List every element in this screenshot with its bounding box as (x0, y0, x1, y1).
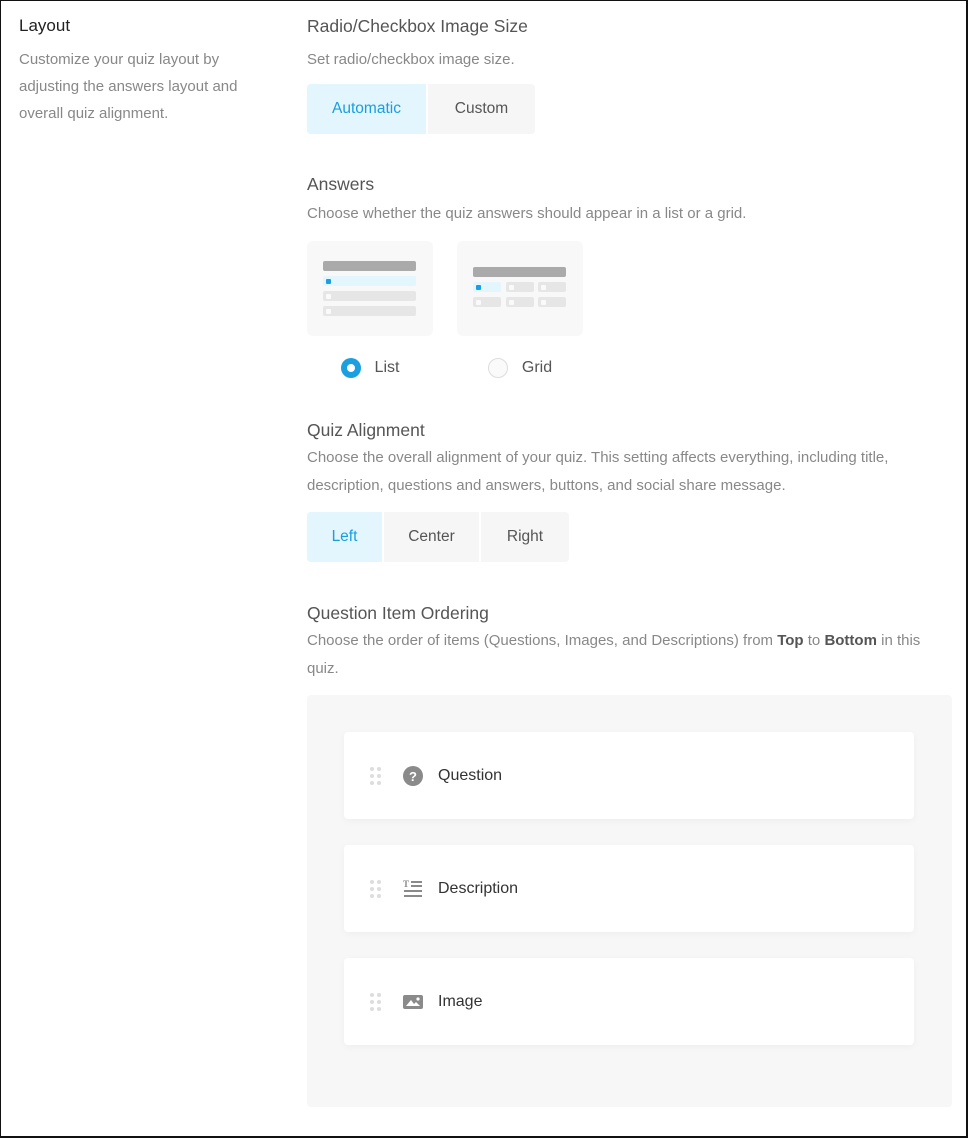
grid-radio-option[interactable]: Grid (457, 358, 583, 378)
section-title: Layout (19, 16, 71, 35)
grid-layout-thumbnail[interactable] (457, 241, 583, 336)
custom-button[interactable]: Custom (428, 84, 535, 134)
drag-handle-icon[interactable] (370, 879, 381, 898)
answers-title: Answers (307, 174, 375, 194)
answers-setting: Answers Choose whether the quiz answers … (307, 172, 952, 378)
order-item-label: Image (438, 992, 483, 1010)
align-right-button[interactable]: Right (481, 512, 569, 562)
list-layout-thumbnail[interactable] (307, 241, 433, 336)
ordering-description: Choose the order of items (Questions, Im… (307, 627, 952, 683)
answers-option-list: List (307, 241, 433, 378)
align-left-button[interactable]: Left (307, 512, 384, 562)
ordering-desc-text: Choose the order of items (Questions, Im… (307, 632, 778, 649)
alignment-toggle: Left Center Right (307, 512, 569, 562)
image-size-setting: Radio/Checkbox Image Size Set radio/chec… (307, 14, 952, 134)
list-label: List (374, 359, 400, 376)
order-item-question[interactable]: ? Question (344, 732, 914, 819)
drag-handle-icon[interactable] (370, 992, 381, 1011)
ordering-desc-bottom: Bottom (824, 632, 877, 649)
answers-layout-options: List Grid (307, 241, 952, 378)
answers-description: Choose whether the quiz answers should a… (307, 205, 747, 222)
image-size-title: Radio/Checkbox Image Size (307, 16, 528, 36)
order-item-image[interactable]: Image (344, 958, 914, 1045)
image-size-toggle: Automatic Custom (307, 84, 535, 134)
question-circle-icon: ? (403, 765, 423, 786)
svg-text:T: T (403, 879, 409, 889)
answers-option-grid: Grid (457, 241, 583, 378)
ordering-desc-text: to (803, 632, 825, 649)
align-center-button[interactable]: Center (384, 512, 481, 562)
layout-settings: Radio/Checkbox Image Size Set radio/chec… (307, 14, 952, 1107)
list-radio[interactable] (340, 358, 361, 378)
ordering-setting: Question Item Ordering Choose the order … (307, 601, 952, 1107)
drag-handle-icon[interactable] (370, 766, 381, 785)
ordering-desc-top: Top (777, 632, 804, 649)
grid-radio[interactable] (487, 358, 508, 378)
image-icon (403, 992, 423, 1012)
image-size-description: Set radio/checkbox image size. (307, 51, 515, 68)
alignment-description: Choose the overall alignment of your qui… (307, 449, 889, 494)
order-item-label: Description (438, 879, 519, 897)
alignment-title: Quiz Alignment (307, 420, 425, 440)
order-item-label: Question (438, 766, 503, 784)
ordering-list: ? Question T Description Image (307, 695, 952, 1107)
text-description-icon: T (403, 879, 423, 899)
ordering-title: Question Item Ordering (307, 603, 489, 623)
section-description: Customize your quiz layout by adjusting … (19, 51, 238, 122)
layout-sidebar: Layout Customize your quiz layout by adj… (19, 14, 269, 127)
alignment-setting: Quiz Alignment Choose the overall alignm… (307, 418, 952, 562)
svg-text:?: ? (409, 769, 417, 784)
grid-label: Grid (521, 359, 553, 376)
order-item-description[interactable]: T Description (344, 845, 914, 932)
list-radio-option[interactable]: List (307, 358, 433, 378)
automatic-button[interactable]: Automatic (307, 84, 428, 134)
